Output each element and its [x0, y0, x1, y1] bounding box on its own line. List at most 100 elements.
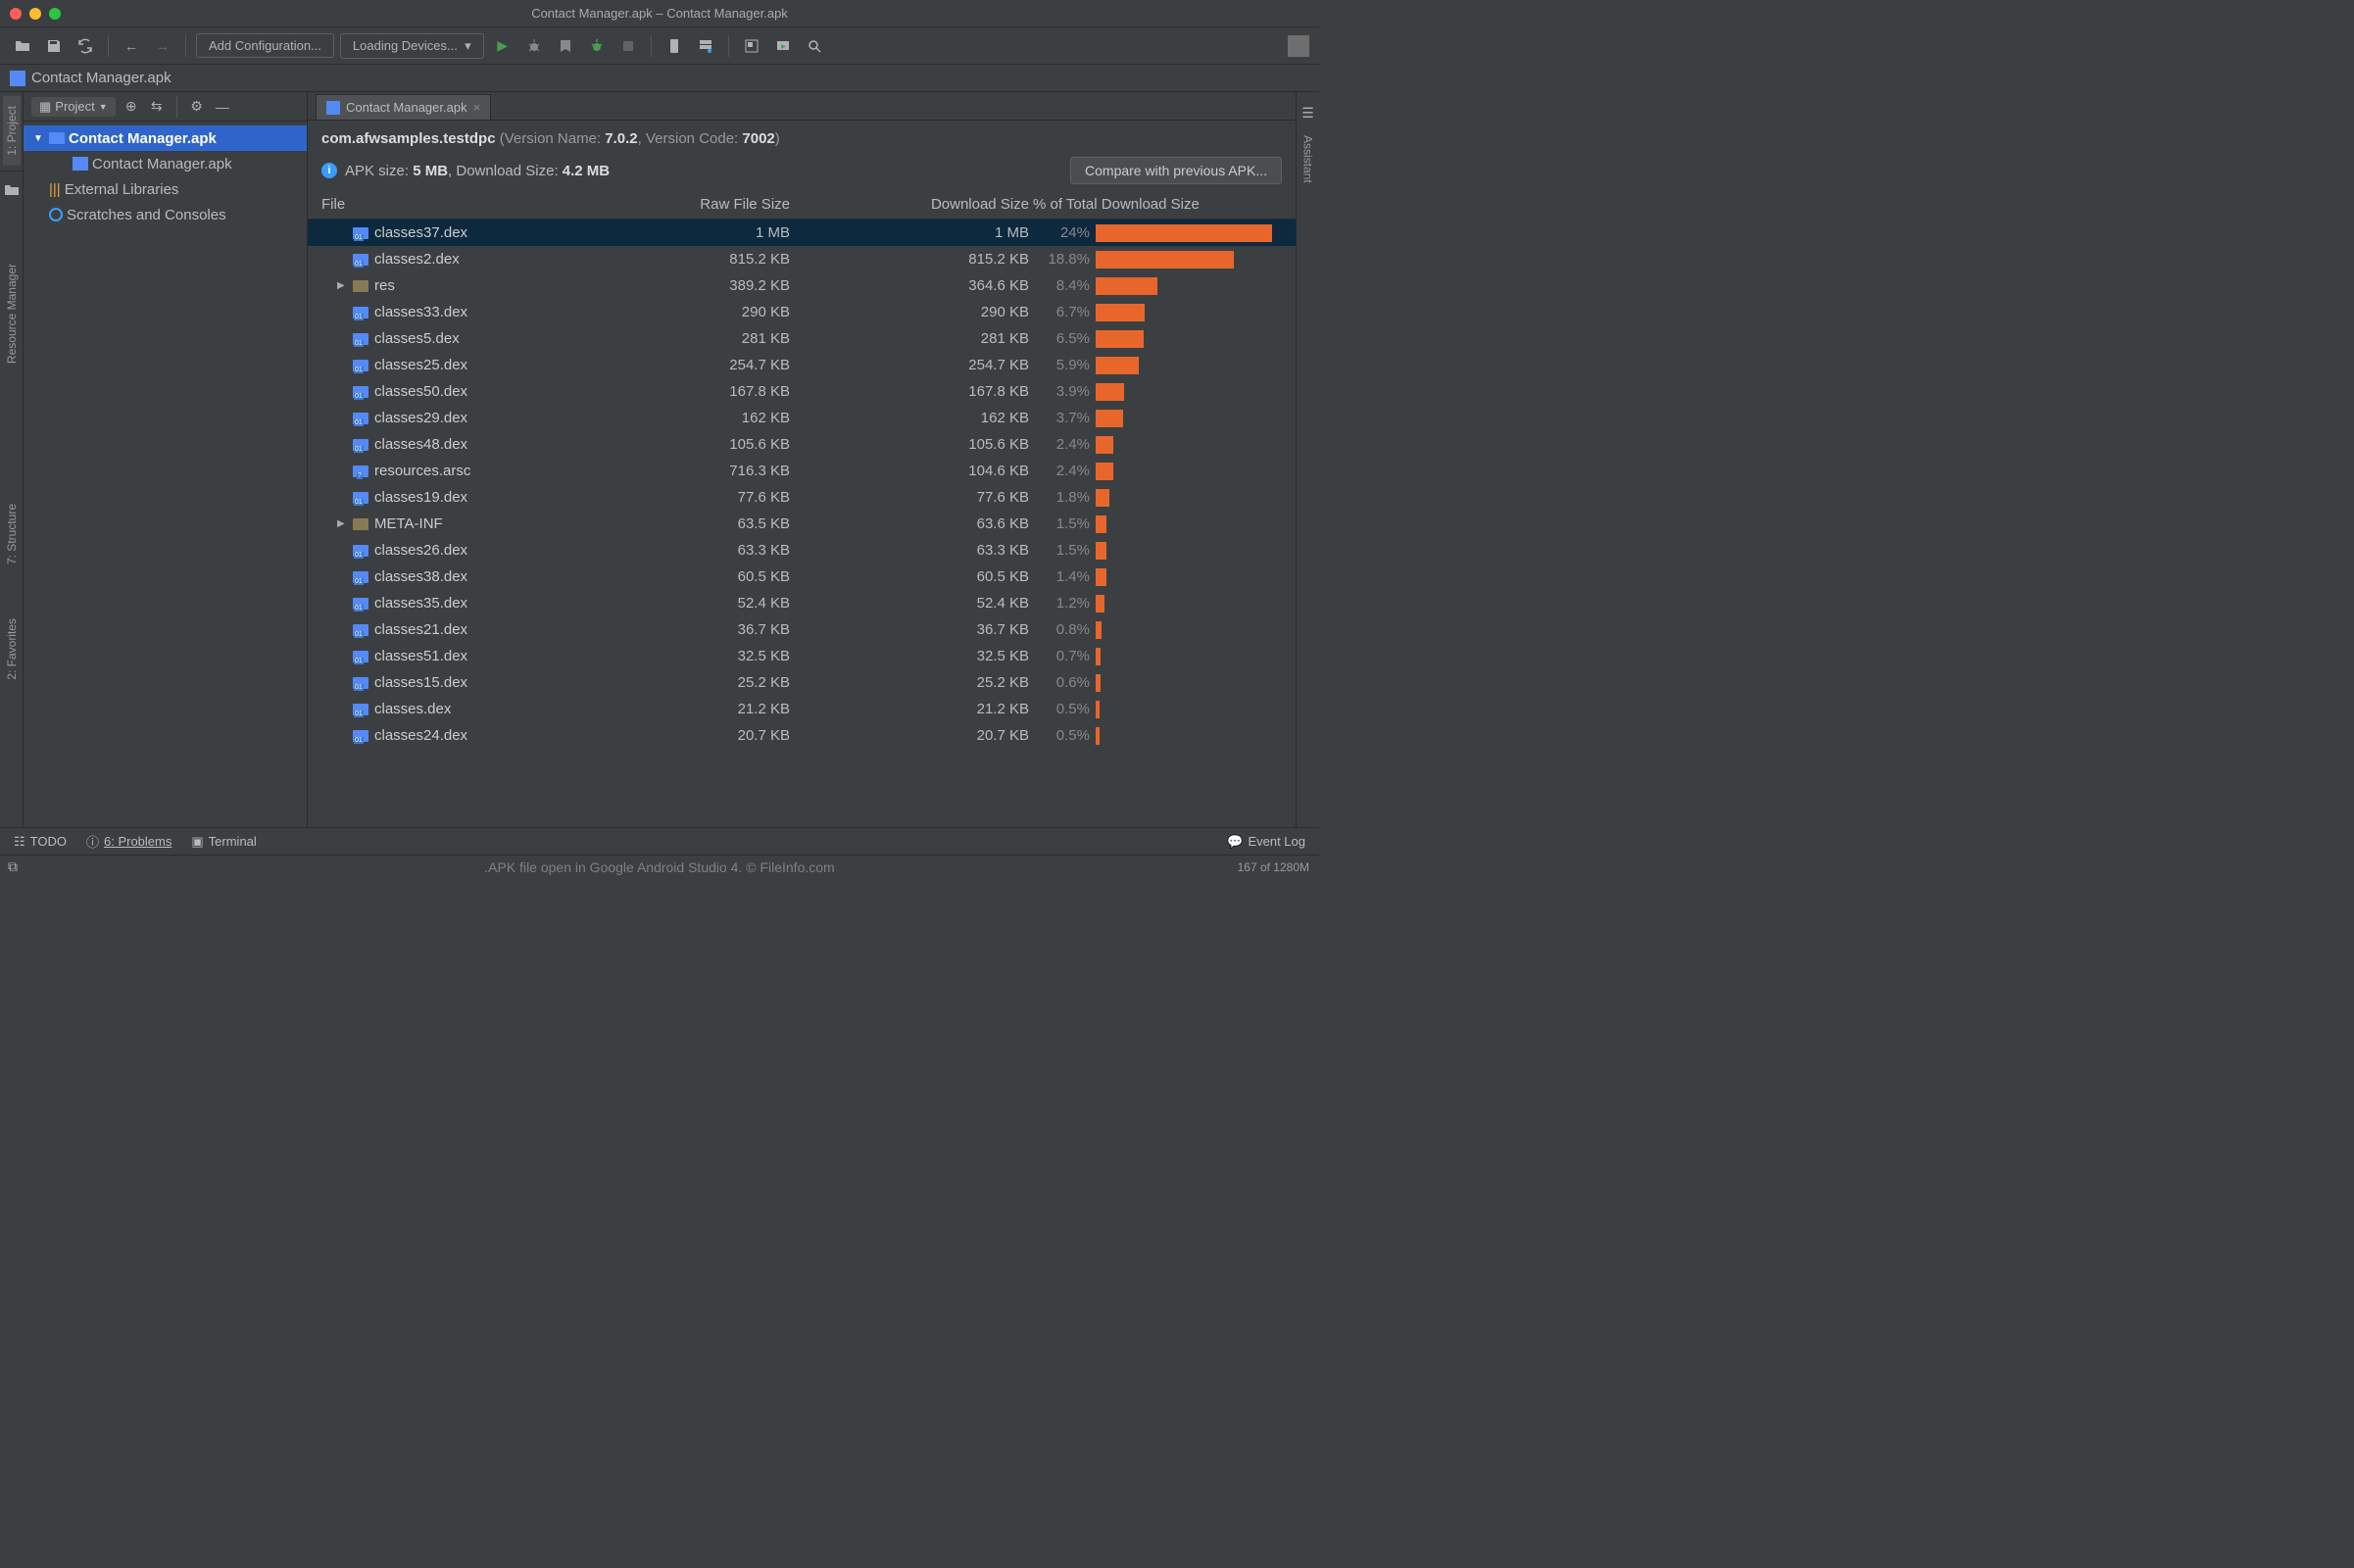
tree-item[interactable]: Contact Manager.apk	[24, 151, 307, 176]
download-size: 21.2 KB	[809, 701, 1029, 717]
table-row[interactable]: classes29.dex162 KB162 KB3.7%	[308, 405, 1296, 431]
open-icon[interactable]	[10, 33, 35, 59]
compare-apk-button[interactable]: Compare with previous APK...	[1070, 157, 1282, 184]
maximize-window-button[interactable]	[49, 8, 61, 20]
run-config-combo[interactable]: Add Configuration...	[196, 33, 334, 58]
list-icon: ☷	[14, 834, 25, 850]
stop-icon[interactable]	[615, 33, 641, 59]
percent-bar-cell	[1096, 542, 1296, 560]
chevron-right-icon[interactable]: ▶	[337, 280, 347, 291]
profile-icon[interactable]	[584, 33, 610, 59]
todo-tool-button[interactable]: ☷TODO	[14, 834, 67, 850]
tree-item[interactable]: ▼Contact Manager.apk	[24, 125, 307, 151]
list-icon[interactable]: ☰	[1296, 100, 1321, 125]
layout-inspector-icon[interactable]	[739, 33, 764, 59]
table-row[interactable]: classes37.dex1 MB1 MB24%	[308, 220, 1296, 246]
file-icon	[353, 413, 368, 424]
file-table-body[interactable]: classes37.dex1 MB1 MB24%classes2.dex815.…	[308, 220, 1296, 827]
table-row[interactable]: classes25.dex254.7 KB254.7 KB5.9%	[308, 352, 1296, 378]
sidebar-view-combo[interactable]: ▦Project▼	[31, 97, 116, 117]
col-raw-header[interactable]: Raw File Size	[570, 196, 809, 213]
table-row[interactable]: classes51.dex32.5 KB32.5 KB0.7%	[308, 643, 1296, 669]
table-row[interactable]: classes15.dex25.2 KB25.2 KB0.6%	[308, 669, 1296, 696]
percent-bar-cell	[1096, 436, 1296, 454]
col-dl-header[interactable]: Download Size	[809, 196, 1029, 213]
back-icon[interactable]: ←	[119, 33, 144, 59]
minimize-window-button[interactable]	[29, 8, 41, 20]
sync-icon[interactable]	[73, 33, 98, 59]
table-row[interactable]: classes26.dex63.3 KB63.3 KB1.5%	[308, 537, 1296, 564]
favorites-tool-tab[interactable]: 2: Favorites	[3, 609, 21, 690]
raw-size: 25.2 KB	[570, 674, 809, 691]
file-name: META-INF	[374, 515, 443, 532]
editor-tab[interactable]: Contact Manager.apk ×	[316, 94, 491, 120]
table-row[interactable]: classes24.dex20.7 KB20.7 KB0.5%	[308, 722, 1296, 749]
gear-icon[interactable]: ⚙	[187, 97, 207, 117]
table-row[interactable]: classes35.dex52.4 KB52.4 KB1.2%	[308, 590, 1296, 616]
table-row[interactable]: classes38.dex60.5 KB60.5 KB1.4%	[308, 564, 1296, 590]
percent-bar-cell	[1096, 515, 1296, 533]
sdk-manager-icon[interactable]	[693, 33, 718, 59]
windows-icon[interactable]: ⧉	[8, 858, 18, 875]
forward-icon[interactable]: →	[150, 33, 175, 59]
close-tab-icon[interactable]: ×	[473, 100, 481, 115]
file-name: classes37.dex	[374, 224, 467, 241]
event-log-button[interactable]: 💬Event Log	[1227, 834, 1305, 850]
structure-tool-tab[interactable]: 7: Structure	[3, 494, 21, 574]
raw-size: 63.5 KB	[570, 515, 809, 532]
apk-file-icon	[10, 71, 25, 86]
percent-bar-cell	[1096, 357, 1296, 374]
select-opened-icon[interactable]: ⊕	[122, 97, 141, 117]
editor-area: Contact Manager.apk × com.afwsamples.tes…	[308, 92, 1296, 827]
run-icon[interactable]: ▶	[490, 33, 515, 59]
table-row[interactable]: classes50.dex167.8 KB167.8 KB3.9%	[308, 378, 1296, 405]
table-row[interactable]: classes5.dex281 KB281 KB6.5%	[308, 325, 1296, 352]
expand-icon[interactable]: ⇆	[147, 97, 167, 117]
percent-bar-cell	[1096, 410, 1296, 427]
file-name: classes15.dex	[374, 674, 467, 691]
problems-tool-button[interactable]: ⓘ6: Problems	[86, 832, 172, 851]
table-row[interactable]: classes2.dex815.2 KB815.2 KB18.8%	[308, 246, 1296, 272]
download-size: 60.5 KB	[809, 568, 1029, 585]
memory-indicator[interactable]: 167 of 1280M	[1238, 860, 1309, 874]
search-icon[interactable]	[802, 33, 827, 59]
table-row[interactable]: classes21.dex36.7 KB36.7 KB0.8%	[308, 616, 1296, 643]
col-file-header[interactable]: File	[308, 196, 570, 213]
right-tool-strip: ☰ Assistant	[1296, 92, 1319, 827]
resource-manager-tool-tab[interactable]: Resource Manager	[3, 254, 21, 373]
hide-icon[interactable]: —	[213, 97, 232, 117]
folder-icon[interactable]	[0, 177, 25, 203]
save-icon[interactable]	[41, 33, 67, 59]
debug-icon[interactable]	[521, 33, 547, 59]
tree-item[interactable]: Scratches and Consoles	[24, 202, 307, 227]
table-row[interactable]: classes33.dex290 KB290 KB6.7%	[308, 299, 1296, 325]
assistant-tool-tab[interactable]: Assistant	[1300, 125, 1317, 193]
table-row[interactable]: ▶res389.2 KB364.6 KB8.4%	[308, 272, 1296, 299]
chevron-right-icon[interactable]: ▶	[337, 518, 347, 529]
terminal-tool-button[interactable]: ▣Terminal	[191, 834, 256, 850]
project-tool-tab[interactable]: 1: Project	[3, 96, 21, 166]
table-row[interactable]: classes19.dex77.6 KB77.6 KB1.8%	[308, 484, 1296, 511]
download-size: 1 MB	[809, 224, 1029, 241]
download-size: 105.6 KB	[809, 436, 1029, 453]
table-row[interactable]: classes.dex21.2 KB21.2 KB0.5%	[308, 696, 1296, 722]
file-icon	[353, 280, 368, 292]
percent: 0.6%	[1029, 674, 1096, 691]
download-size: 20.7 KB	[809, 727, 1029, 744]
col-pct-header[interactable]: % of Total Download Size	[1029, 196, 1296, 213]
speech-icon: 💬	[1227, 834, 1243, 850]
tree-item[interactable]: |||External Libraries	[24, 176, 307, 202]
table-row[interactable]: classes48.dex105.6 KB105.6 KB2.4%	[308, 431, 1296, 458]
device-combo[interactable]: Loading Devices... ▾	[340, 33, 484, 59]
file-icon	[353, 518, 368, 530]
breadcrumb-item[interactable]: Contact Manager.apk	[31, 70, 172, 86]
close-window-button[interactable]	[10, 8, 22, 20]
table-row[interactable]: ▶META-INF63.5 KB63.6 KB1.5%	[308, 511, 1296, 537]
device-manager-icon[interactable]	[662, 33, 687, 59]
emulator-icon[interactable]	[770, 33, 796, 59]
raw-size: 290 KB	[570, 304, 809, 320]
user-avatar[interactable]	[1288, 35, 1309, 57]
table-row[interactable]: resources.arsc716.3 KB104.6 KB2.4%	[308, 458, 1296, 484]
coverage-icon[interactable]	[553, 33, 578, 59]
percent: 3.9%	[1029, 383, 1096, 400]
